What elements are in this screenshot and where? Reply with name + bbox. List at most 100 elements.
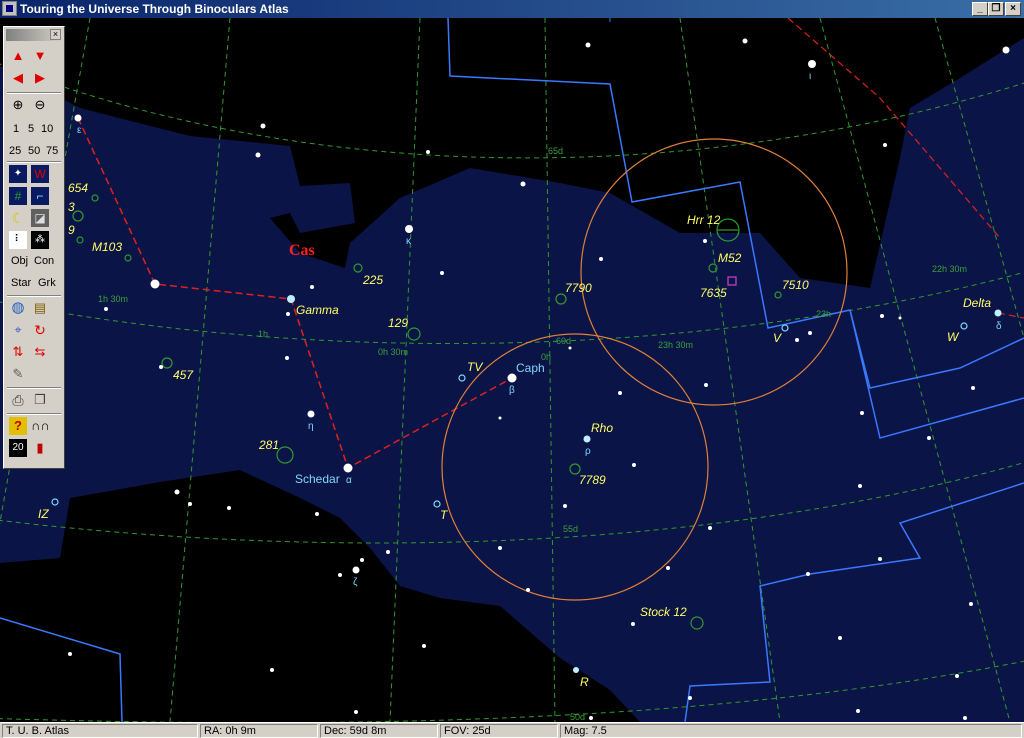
label-iz: IZ: [38, 507, 49, 521]
pan-right-icon[interactable]: ▶: [31, 69, 49, 87]
locate-icon[interactable]: ⌖: [9, 321, 27, 339]
grid-label-1h: 1h: [258, 329, 269, 339]
label-t: T: [440, 508, 448, 522]
label-v: V: [773, 331, 782, 345]
tool-palette-header[interactable]: ×: [6, 29, 62, 41]
label-w: W: [947, 330, 959, 344]
palette-close-icon[interactable]: ×: [50, 29, 61, 40]
zoom-10-button[interactable]: 10: [41, 123, 53, 135]
greek-letters-toggle[interactable]: Grk: [38, 277, 56, 289]
grid-label-0h30: 0h 30m: [378, 347, 409, 357]
star-eta: [307, 410, 315, 418]
star-delta: [994, 309, 1002, 317]
status-bar: T. U. B. Atlas RA: 0h 9m Dec: 59d 8m FOV…: [0, 722, 1024, 738]
grid-label-1h30: 1h 30m: [98, 294, 129, 304]
restore-button[interactable]: ❐: [988, 2, 1004, 16]
zoom-50-button[interactable]: 50: [28, 145, 40, 157]
grid-label-55d: 55d: [563, 524, 579, 534]
grid-icon[interactable]: #: [9, 187, 27, 205]
label-3: 3: [68, 200, 75, 214]
star-schedar: [343, 463, 353, 473]
deep-sky-icon[interactable]: ⁂: [31, 231, 49, 249]
star-chart[interactable]: Cas Gamma Caph Schedar Rho Delta TV T IZ…: [0, 18, 1024, 722]
grid-label-65d: 65d: [548, 146, 564, 156]
greek-kappa: κ: [406, 236, 411, 247]
copy-icon[interactable]: ❐: [31, 391, 49, 409]
globe-icon[interactable]: ◍: [9, 299, 27, 317]
dots-icon[interactable]: ⠇: [9, 231, 27, 249]
milky-way-icon[interactable]: ◪: [31, 209, 49, 227]
print-icon[interactable]: ⎙: [9, 391, 27, 409]
status-dec: Dec: 59d 8m: [320, 724, 438, 738]
chart-canvas: [0, 18, 1024, 722]
pan-down-icon[interactable]: ▼: [31, 47, 49, 65]
constellations-toggle[interactable]: Con: [34, 255, 54, 267]
label-stock12: Stock 12: [640, 605, 687, 619]
status-fov: FOV: 25d: [440, 724, 558, 738]
grid-label-50d: 50d: [570, 712, 586, 722]
star-delta-cep: [1002, 46, 1010, 54]
window-title: Touring the Universe Through Binoculars …: [20, 2, 289, 16]
moon-icon[interactable]: ☾: [9, 209, 27, 227]
flip-horizontal-icon[interactable]: ⇆: [31, 343, 49, 361]
label-654: 654: [68, 181, 89, 195]
exit-icon[interactable]: ▮: [31, 439, 49, 457]
zoom-in-icon[interactable]: ⊕: [9, 96, 27, 114]
objects-toggle[interactable]: Obj: [11, 255, 28, 267]
grid-label-0h: 0h: [541, 352, 552, 362]
greek-iota: ι: [809, 71, 812, 82]
label-r: R: [580, 675, 589, 689]
status-mag: Mag: 7.5: [560, 724, 1022, 738]
flip-vertical-icon[interactable]: ⇅: [9, 343, 27, 361]
boundaries-icon[interactable]: ⌐: [31, 187, 49, 205]
telescope-icon[interactable]: ✎: [9, 365, 27, 383]
label-7510: 7510: [782, 278, 809, 292]
zoom-5-button[interactable]: 5: [28, 123, 34, 135]
zoom-75-button[interactable]: 75: [46, 145, 58, 157]
notes-icon[interactable]: ▤: [31, 299, 49, 317]
greek-alpha: α: [346, 475, 352, 486]
close-button[interactable]: ×: [1005, 2, 1021, 16]
help-icon[interactable]: ?: [9, 417, 27, 435]
label-7790: 7790: [565, 281, 592, 295]
label-9: 9: [68, 223, 75, 237]
zoom-out-icon[interactable]: ⊖: [31, 96, 49, 114]
label-281: 281: [259, 438, 280, 452]
label-7789: 7789: [579, 473, 606, 487]
star-zeta: [352, 566, 360, 574]
status-ra: RA: 0h 9m: [200, 724, 318, 738]
pan-up-icon[interactable]: ▲: [9, 47, 27, 65]
label-schedar: Schedar: [295, 472, 340, 486]
label-225: 225: [363, 273, 384, 287]
refresh-icon[interactable]: ↻: [31, 321, 49, 339]
label-m52: M52: [718, 251, 742, 265]
grid-label-23h30: 23h 30m: [658, 340, 694, 350]
label-gamma: Gamma: [296, 303, 339, 317]
star-epsilon: [74, 114, 82, 122]
binoculars-icon[interactable]: ∩∩: [31, 417, 50, 435]
minimize-button[interactable]: _: [972, 2, 988, 16]
greek-rho: ρ: [585, 446, 591, 457]
greek-delta: δ: [996, 321, 1002, 332]
grid-label-22h30: 22h 30m: [932, 264, 968, 274]
zoom-25-button[interactable]: 25: [9, 145, 21, 157]
star-delta-cas: [150, 279, 160, 289]
star-kappa: [405, 225, 413, 233]
app-icon[interactable]: [2, 1, 17, 16]
star-gamma: [287, 295, 295, 303]
star-names-toggle[interactable]: Star: [11, 277, 31, 289]
grid-label-23h: 23h: [816, 309, 832, 319]
pan-left-icon[interactable]: ◀: [9, 69, 27, 87]
zoom-1-button[interactable]: 1: [13, 123, 19, 135]
stick-figure-icon[interactable]: W: [31, 165, 49, 183]
star-r: [573, 667, 579, 673]
star-iota-cep: [808, 60, 816, 68]
label-m103: M103: [92, 240, 123, 254]
label-tv: TV: [467, 360, 483, 374]
star-rho: [583, 435, 591, 443]
greek-zeta: ζ: [353, 577, 358, 588]
star-field-icon[interactable]: ✦: [9, 165, 27, 183]
label-rho: Rho: [591, 421, 614, 435]
twenty-button[interactable]: 20: [9, 439, 27, 457]
label-129: 129: [388, 316, 409, 330]
